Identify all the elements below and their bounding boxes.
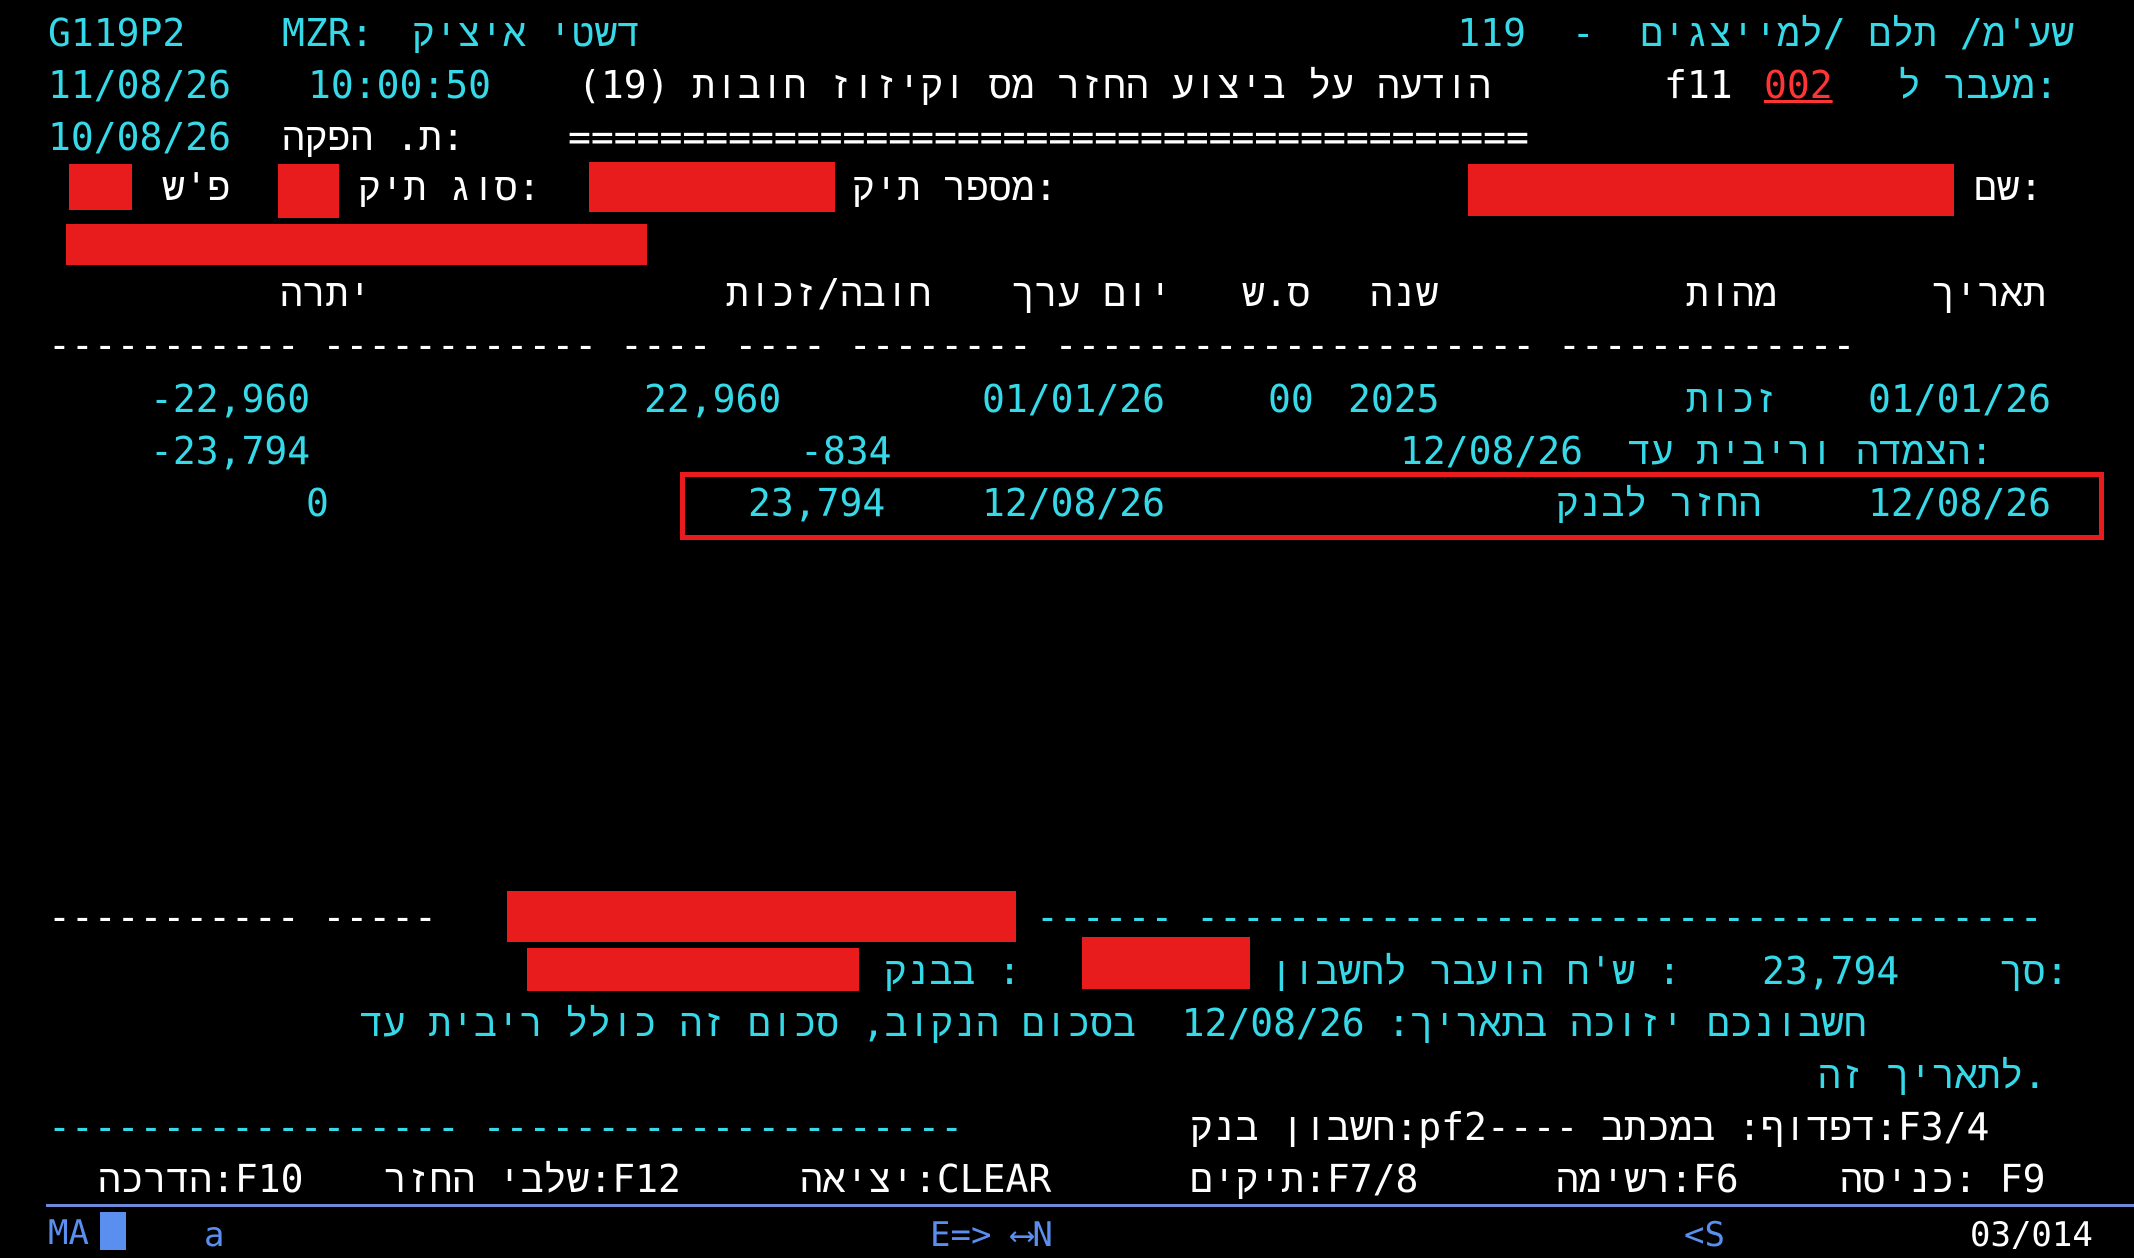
total-amount: 23,794 [1762,949,1900,993]
row-amount: 23,794 [748,481,886,525]
issue-date-label: ת. הפקה: [282,115,465,159]
status-s-indicator: <S [1684,1215,1725,1255]
key-guide[interactable]: הדרכה:F10 [98,1160,304,1198]
mzr-label: MZR: [282,11,374,55]
col-balance: יתרה [280,271,372,315]
transfer-code-input[interactable]: 002 [1764,66,1833,104]
program-id: G119P2 [48,11,186,55]
row-value-day: 12/08/26 [982,481,1166,525]
status-mode: E=> ⟷N [930,1215,1053,1255]
footer-nav-line: חשבון בנק:pf2---- דפדוף: במכתב:F3/4 [1190,1105,1990,1149]
row-year: 2025 [1348,377,1440,421]
status-separator [46,1204,2134,1207]
file-number-label: מספר תיק: [852,165,1058,209]
issue-date: 10/08/26 [48,115,232,159]
col-debit-credit: חובה/זכות [726,271,932,315]
col-nature: מהות [1686,271,1778,315]
status-cursor [100,1212,126,1250]
table-header-dashes: ----------- ------------ ---- ---- -----… [48,323,1856,367]
key-files[interactable]: תיקים:F7/8 [1190,1160,1418,1198]
header-separator: ========================================… [568,115,1529,159]
col-ss: ס.ש [1242,271,1311,315]
linkage-date: 12/08/26 [1400,429,1584,473]
linkage-label: הצמדה וריבית עד: [1628,429,1994,473]
footer-dashes: ------------------ --------------------- [48,1105,964,1149]
cursor-block [100,1212,126,1250]
current-time: 10:00:50 [308,63,492,107]
redaction-file-type [278,164,339,218]
clerk-name: דשטי איציק [412,11,641,55]
row-balance: -23,794 [150,429,311,473]
summary-dashes-right: ------ ---------------------------------… [1036,895,2043,939]
summary-dashes-left: ----------- ----- [48,895,437,939]
row-amount: 22,960 [644,377,782,421]
row-value-day: 01/01/26 [982,377,1166,421]
col-value-day: יום ערך [1012,271,1172,315]
redaction-name [1468,164,1954,216]
bank-label: בבנק : [884,949,1021,993]
current-date: 11/08/26 [48,63,232,107]
col-date: תאריך [1932,271,2047,315]
status-ma-text: MA [48,1213,89,1253]
row-date: 12/08/26 [1868,481,2052,525]
transferred-text: ש'ח הועבר לחשבון : [1270,949,1681,993]
key-list[interactable]: רשימה:F6 [1556,1160,1739,1198]
col-year: שנה [1370,271,1439,315]
row-balance: -22,960 [150,377,311,421]
redaction-file-number [589,162,835,212]
row-date: 01/01/26 [1868,377,2052,421]
file-type-label: סוג תיק: [358,165,541,209]
row-balance: 0 [306,481,329,525]
screen-title: שע'מ/ תלם /למייצגים - 119 [1457,11,2074,55]
key-entry[interactable]: כניסה: F9 [1840,1160,2046,1198]
key-exit[interactable]: יציאה:CLEAR [800,1160,1051,1198]
transfer-prefix: f11 [1664,63,1733,107]
row-amount: -834 [800,429,892,473]
transfer-label: מעבר ל: [1898,63,2058,107]
redaction-address [66,224,647,265]
redaction-account [1082,937,1250,989]
redaction-bank [527,948,859,991]
key-refund-stages[interactable]: שלבי החזר:F12 [384,1160,681,1198]
row-ss: 00 [1268,377,1314,421]
status-cursor-pos: 03/014 [1970,1215,2093,1255]
row-nature: החזר לבנק [1556,481,1762,525]
name-label: שם: [1974,165,2043,209]
status-input-char: a [204,1215,225,1255]
credit-line: חשבונכם יזוכה בתאריך: 12/08/26 בסכום הנק… [360,1001,1867,1045]
credit-line-2: לתאריך זה. [1818,1053,2047,1097]
redaction-ps [69,164,132,210]
notice-title: (19) הודעה על ביצוע החזר מס וקיזוז חובות [578,63,1491,107]
row-nature: זכות [1686,377,1778,421]
redaction-summary [507,891,1016,942]
total-label: סך: [2000,949,2069,993]
status-ma: MA [48,1216,89,1250]
ps-label: פ'ש [162,165,231,209]
